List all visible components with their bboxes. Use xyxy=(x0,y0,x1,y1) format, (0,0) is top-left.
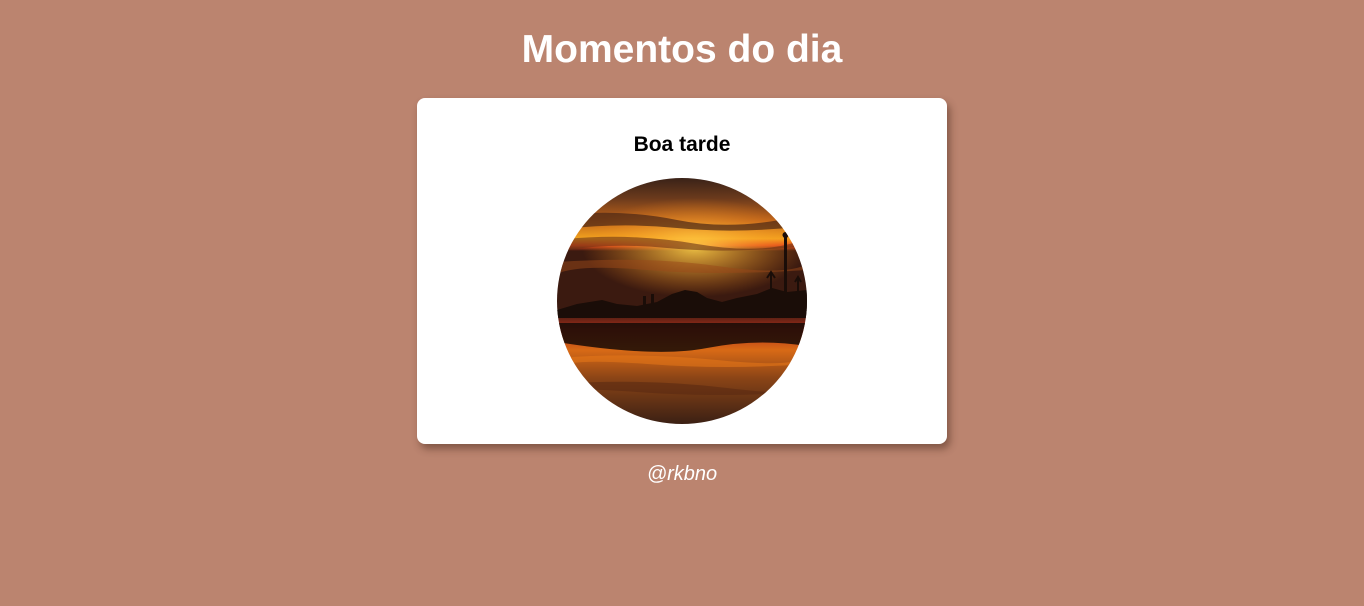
sunset-photo xyxy=(557,178,807,424)
page-title: Momentos do dia xyxy=(521,28,843,71)
sunset-image xyxy=(557,178,807,424)
author-credit: @rkbno xyxy=(646,463,718,485)
card-greeting: Boa tarde xyxy=(633,133,731,156)
